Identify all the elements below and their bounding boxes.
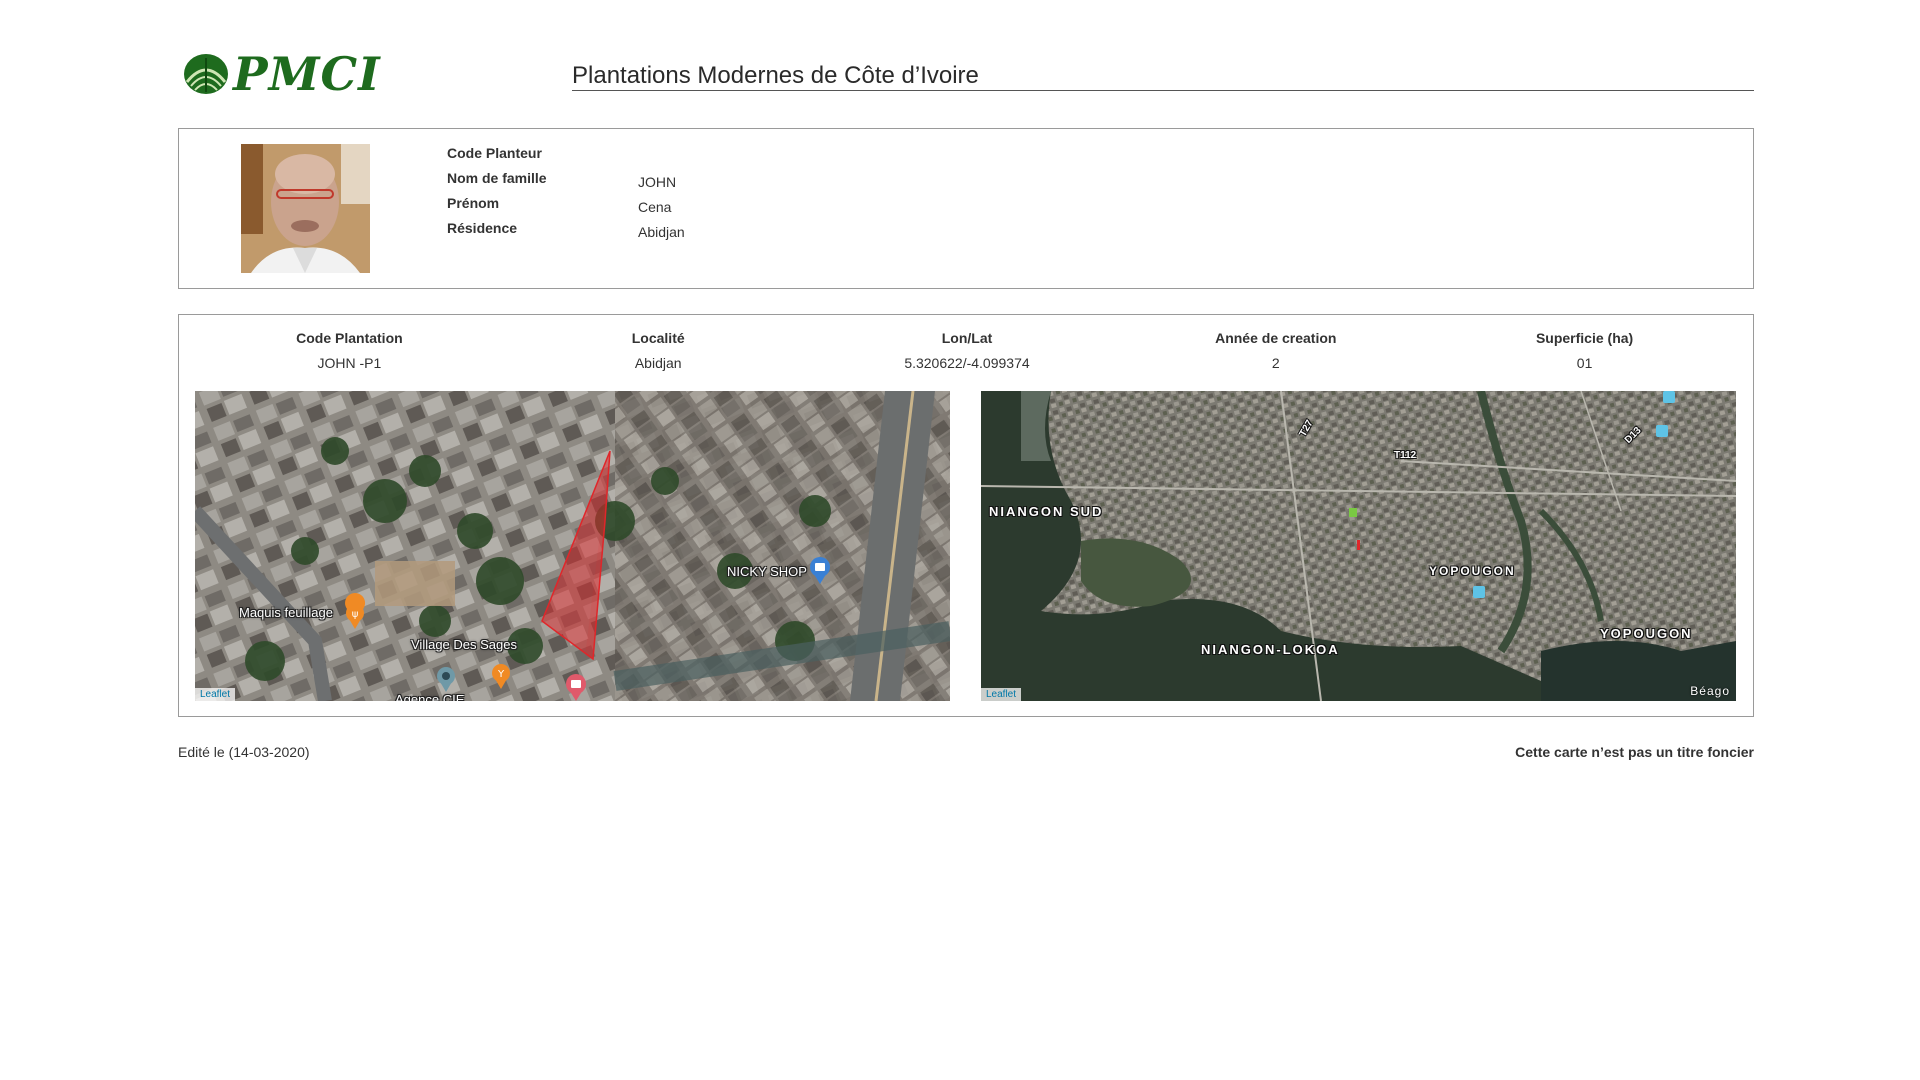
transit-icon[interactable] — [1473, 586, 1485, 598]
column-value: 01 — [1576, 355, 1593, 371]
col-lon-lat: Lon/Lat 5.320622/-4.099374 — [813, 329, 1122, 372]
field-value: Cena — [638, 199, 672, 215]
planter-card: Code Planteur Nom de famille JOHN Prénom… — [178, 128, 1754, 289]
column-value: Abidjan — [634, 355, 682, 371]
parcel-marker-icon[interactable] — [1357, 540, 1360, 550]
plantation-marker-icon[interactable] — [1349, 508, 1357, 517]
planter-photo — [241, 144, 370, 273]
field-nom-de-famille: Nom de famille JOHN — [447, 170, 685, 195]
column-header: Code Plantation — [296, 330, 403, 346]
edited-date: Edité le (14-03-2020) — [178, 744, 310, 760]
planter-info: Code Planteur Nom de famille JOHN Prénom… — [447, 145, 685, 245]
map-copyright: Béago — [1690, 684, 1730, 698]
page: PMCI Plantations Modernes de Côte d’Ivoi… — [178, 46, 1754, 764]
field-label: Nom de famille — [447, 170, 547, 186]
col-annee-creation: Année de creation 2 — [1121, 329, 1430, 372]
column-header: Année de creation — [1215, 330, 1337, 346]
poi-label: Agence CIE — [395, 692, 465, 701]
area-label: NIANGON SUD — [989, 504, 1104, 519]
column-value: 5.320622/-4.099374 — [904, 355, 1030, 371]
field-label: Résidence — [447, 220, 518, 236]
header: PMCI Plantations Modernes de Côte d’Ivoi… — [178, 46, 1754, 101]
svg-text:© 2020: © 2020 — [1401, 635, 1447, 649]
col-code-plantation: Code Plantation JOHN -P1 — [195, 329, 504, 372]
disclaimer: Cette carte n’est pas un titre foncier — [1515, 744, 1754, 760]
col-localite: Localité Abidjan — [504, 329, 813, 372]
column-value: JOHN -P1 — [317, 355, 382, 371]
plantation-table: Code Plantation JOHN -P1 Localité Abidja… — [195, 329, 1739, 372]
area-label: YOPOUGON — [1429, 564, 1516, 578]
column-header: Superficie (ha) — [1535, 330, 1634, 346]
transit-icon[interactable] — [1656, 425, 1668, 437]
column-value: 2 — [1271, 355, 1280, 371]
area-label: YOPOUGON — [1600, 626, 1693, 641]
poi-label: Maquis feuillage — [239, 605, 333, 620]
field-label: Code Planteur — [447, 145, 542, 161]
location-overview-map[interactable]: © 2020 NIANGON SUD YOPOUGON NIANGON-LOKO… — [981, 391, 1736, 701]
col-superficie: Superficie (ha) 01 — [1430, 329, 1739, 372]
svg-text:Y: Y — [497, 669, 505, 680]
field-code-planteur: Code Planteur — [447, 145, 685, 170]
pmci-logo: PMCI — [183, 47, 381, 101]
field-value: Abidjan — [638, 224, 685, 240]
road-label: T112 — [1394, 450, 1417, 461]
field-value: JOHN — [638, 174, 677, 190]
leaf-emblem-icon — [184, 54, 228, 94]
field-prenom: Prénom Cena — [447, 195, 685, 220]
satellite-tiles[interactable]: ψ Y — [195, 391, 950, 701]
svg-text:ψ: ψ — [352, 609, 359, 620]
area-label: NIANGON-LOKOA — [1201, 642, 1340, 657]
field-residence: Résidence Abidjan — [447, 220, 685, 245]
leaflet-attribution-link[interactable]: Leaflet — [981, 688, 1022, 701]
transit-icon[interactable] — [1663, 391, 1675, 403]
poi-label: Village Des Sages — [411, 637, 517, 652]
poi-label: NICKY SHOP — [727, 564, 807, 579]
page-title: Plantations Modernes de Côte d’Ivoire — [572, 62, 979, 89]
plantation-card: Code Plantation JOHN -P1 Localité Abidja… — [178, 314, 1754, 717]
footer: Edité le (14-03-2020) Cette carte n’est … — [178, 744, 1754, 764]
logo-text: PMCI — [233, 47, 381, 101]
leaflet-attribution-link[interactable]: Leaflet — [195, 688, 236, 701]
column-header: Lon/Lat — [941, 330, 993, 346]
column-header: Localité — [631, 330, 685, 346]
field-label: Prénom — [447, 195, 500, 211]
parcel-detail-map[interactable]: ψ Y Maquis feuillage Village Des Sages N… — [195, 391, 950, 701]
title-rule: Plantations Modernes de Côte d’Ivoire — [572, 62, 1754, 91]
